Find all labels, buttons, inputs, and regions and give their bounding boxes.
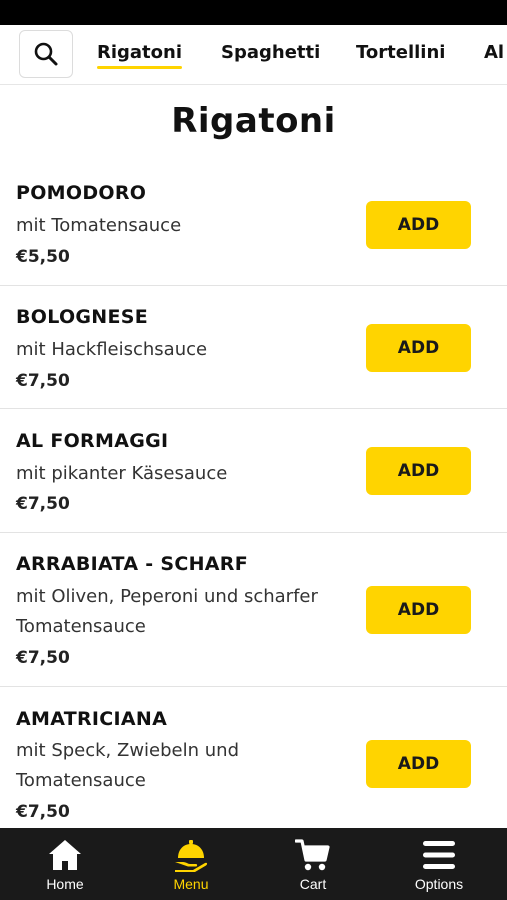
- add-button[interactable]: ADD: [366, 324, 471, 372]
- add-button[interactable]: ADD: [366, 586, 471, 634]
- item-name: AL FORMAGGI: [16, 430, 169, 452]
- tab-rigatoni[interactable]: Rigatoni: [97, 42, 183, 69]
- item-price: €7,50: [16, 802, 70, 822]
- status-bar: [0, 0, 507, 25]
- item-price: €5,50: [16, 247, 70, 267]
- nav-home-label: Home: [46, 876, 84, 892]
- hamburger-menu-icon: [423, 841, 455, 869]
- item-price: €7,50: [16, 371, 70, 391]
- tab-al[interactable]: Al: [484, 42, 504, 63]
- nav-menu[interactable]: Menu: [128, 828, 254, 900]
- add-button[interactable]: ADD: [366, 201, 471, 249]
- section-title: Rigatoni: [171, 101, 336, 141]
- nav-menu-label: Menu: [173, 876, 209, 892]
- add-button[interactable]: ADD: [366, 447, 471, 495]
- item-description: mit Speck, Zwiebeln und Tomatensauce: [16, 740, 240, 791]
- bottom-nav: Home Menu Cart Options: [0, 828, 507, 900]
- item-price: €7,50: [16, 494, 70, 514]
- nav-options-label: Options: [414, 876, 464, 892]
- item-description: mit Tomatensauce: [16, 215, 182, 236]
- item-description: mit Hackfleischsauce: [16, 339, 208, 360]
- item-description: mit pikanter Käsesauce: [16, 463, 228, 484]
- add-button[interactable]: ADD: [366, 740, 471, 788]
- nav-cart[interactable]: Cart: [250, 828, 376, 900]
- nav-home[interactable]: Home: [2, 828, 128, 900]
- item-name: POMODORO: [16, 182, 147, 204]
- serving-cloche-icon: [175, 840, 208, 872]
- tab-tortellini[interactable]: Tortellini: [356, 42, 445, 63]
- menu-item: AMATRICIANA mit Speck, Zwiebeln und Toma…: [0, 687, 507, 841]
- item-name: ARRABIATA - SCHARF: [16, 553, 248, 575]
- item-description: mit Oliven, Peperoni und scharfer Tomate…: [16, 586, 318, 637]
- nav-cart-label: Cart: [299, 876, 327, 892]
- search-icon: [34, 42, 58, 66]
- menu-item: AL FORMAGGI mit pikanter Käsesauce €7,50…: [0, 409, 507, 533]
- cart-icon: [295, 839, 330, 871]
- menu-item: ARRABIATA - SCHARF mit Oliven, Peperoni …: [0, 533, 507, 687]
- category-nav: Rigatoni Spaghetti Tortellini Al: [0, 25, 507, 85]
- tab-spaghetti[interactable]: Spaghetti: [221, 42, 320, 63]
- item-name: BOLOGNESE: [16, 306, 149, 328]
- item-price: €7,50: [16, 648, 70, 668]
- home-icon: [49, 840, 81, 870]
- nav-options[interactable]: Options: [376, 828, 502, 900]
- menu-item: BOLOGNESE mit Hackfleischsauce €7,50 ADD: [0, 286, 507, 409]
- search-button[interactable]: [19, 30, 73, 78]
- item-name: AMATRICIANA: [16, 708, 168, 730]
- menu-item: POMODORO mit Tomatensauce €5,50 ADD: [0, 163, 507, 286]
